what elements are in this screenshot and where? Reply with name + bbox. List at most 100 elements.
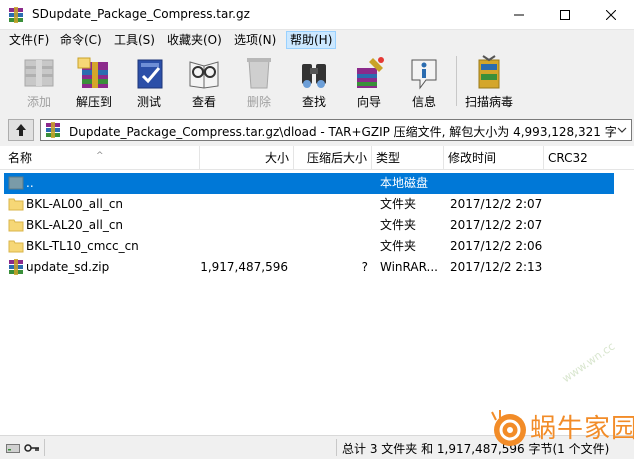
file-list: 名称 ^ 大小 压缩后大小 类型 修改时间 CRC32 .. 本地磁盘 BKL-…	[0, 146, 634, 435]
find-icon	[302, 64, 326, 88]
folder-icon	[8, 219, 24, 232]
row-name: BKL-AL20_all_cn	[26, 218, 124, 232]
menu-bar: 文件(F) 命令(C) 工具(S) 收藏夹(O) 选项(N) 帮助(H)	[0, 30, 634, 50]
up-arrow-icon	[16, 124, 26, 136]
info-button[interactable]: 信息	[397, 52, 451, 112]
row-packed	[294, 173, 368, 194]
row-type: 文件夹	[380, 218, 417, 232]
row-name: update_sd.zip	[26, 260, 110, 274]
wizard-icon	[357, 57, 384, 88]
row-type: 本地磁盘	[380, 176, 429, 190]
menu-tools[interactable]: 工具(S)	[111, 31, 158, 49]
table-row[interactable]: BKL-TL10_cmcc_cn 文件夹 2017/12/2 2:06	[0, 236, 634, 257]
view-button[interactable]: 查看	[177, 52, 231, 112]
row-modified: 2017/12/2 2:13	[450, 260, 543, 274]
title-bar: SDupdate_Package_Compress.tar.gz	[0, 0, 634, 30]
maximize-button[interactable]	[542, 0, 588, 30]
delete-button[interactable]: 删除	[232, 52, 286, 112]
column-header: 名称 ^ 大小 压缩后大小 类型 修改时间 CRC32	[0, 146, 634, 170]
row-name: BKL-AL00_all_cn	[26, 197, 124, 211]
minimize-icon	[514, 14, 524, 16]
info-icon	[411, 59, 437, 90]
wizard-button[interactable]: 向导	[342, 52, 396, 112]
window-title: SDupdate_Package_Compress.tar.gz	[32, 7, 250, 21]
find-button[interactable]: 查找	[287, 52, 341, 112]
row-packed	[294, 215, 368, 236]
drive-icon[interactable]	[6, 442, 20, 454]
row-packed: ?	[361, 260, 368, 274]
snail-logo-icon	[491, 410, 526, 446]
close-button[interactable]	[588, 0, 634, 30]
row-type: WinRAR...	[380, 260, 438, 274]
column-name-label: 名称	[8, 151, 33, 165]
extract-to-button[interactable]: 解压到	[67, 52, 121, 112]
row-size	[200, 173, 288, 194]
column-size[interactable]: 大小	[200, 146, 294, 170]
test-icon	[137, 59, 163, 89]
menu-commands[interactable]: 命令(C)	[57, 31, 105, 49]
column-packed[interactable]: 压缩后大小	[294, 146, 372, 170]
address-bar[interactable]: Dupdate_Package_Compress.tar.gz\dload - …	[40, 119, 632, 141]
menu-file[interactable]: 文件(F)	[6, 31, 52, 49]
column-crc32[interactable]: CRC32	[544, 146, 634, 170]
row-modified	[450, 173, 544, 194]
parent-folder-icon	[8, 176, 24, 190]
row-size: 1,917,487,596	[200, 260, 288, 274]
column-name[interactable]: 名称 ^	[0, 146, 200, 170]
menu-help[interactable]: 帮助(H)	[286, 31, 337, 49]
table-row[interactable]: BKL-AL20_all_cn 文件夹 2017/12/2 2:07	[0, 215, 634, 236]
close-icon	[606, 10, 616, 20]
up-folder-button[interactable]	[8, 119, 34, 141]
address-row: Dupdate_Package_Compress.tar.gz\dload - …	[0, 114, 634, 146]
table-row[interactable]: BKL-AL00_all_cn 文件夹 2017/12/2 2:07	[0, 194, 634, 215]
menu-favorites[interactable]: 收藏夹(O)	[164, 31, 225, 49]
find-label: 查找	[301, 95, 326, 109]
row-size	[200, 215, 288, 236]
toolbar: 添加 解压到 测试 查看 删除 查找 向导 信息 扫描病毒	[0, 50, 634, 114]
add-icon	[24, 59, 54, 87]
maximize-icon	[560, 10, 570, 20]
watermark-logo: 蜗牛家园	[486, 402, 634, 458]
winrar-app-icon[interactable]	[8, 7, 24, 23]
view-icon	[189, 61, 219, 89]
address-path: Dupdate_Package_Compress.tar.gz\dload - …	[69, 125, 617, 139]
info-label: 信息	[411, 95, 436, 109]
minimize-button[interactable]	[496, 0, 542, 30]
chevron-down-icon[interactable]	[615, 123, 629, 137]
add-label: 添加	[26, 95, 51, 109]
add-button[interactable]: 添加	[12, 52, 66, 112]
table-row[interactable]: .. 本地磁盘	[0, 173, 634, 194]
extract-to-label: 解压到	[75, 95, 112, 109]
row-name: ..	[26, 176, 34, 190]
toolbar-separator	[456, 56, 457, 106]
wizard-label: 向导	[356, 95, 381, 109]
view-label: 查看	[191, 95, 216, 109]
watermark-brand: 蜗牛家园	[530, 414, 634, 444]
row-type: 文件夹	[380, 239, 417, 253]
test-button[interactable]: 测试	[122, 52, 176, 112]
status-separator	[44, 439, 45, 456]
folder-icon	[8, 198, 24, 211]
folder-icon	[8, 240, 24, 253]
virus-scan-icon	[478, 55, 500, 89]
row-packed	[294, 194, 368, 215]
table-row[interactable]: update_sd.zip 1,917,487,596 ? WinRAR... …	[0, 257, 634, 278]
zip-archive-icon	[9, 259, 23, 275]
virus-scan-button[interactable]: 扫描病毒	[462, 52, 516, 112]
key-icon[interactable]	[24, 442, 40, 454]
row-size	[200, 236, 288, 257]
delete-icon	[247, 58, 271, 89]
virus-scan-label: 扫描病毒	[464, 95, 513, 109]
row-packed	[294, 236, 368, 257]
test-label: 测试	[136, 95, 161, 109]
archive-icon	[46, 122, 60, 138]
column-modified[interactable]: 修改时间	[444, 146, 544, 170]
row-modified: 2017/12/2 2:07	[450, 218, 543, 232]
column-type[interactable]: 类型	[372, 146, 444, 170]
menu-options[interactable]: 选项(N)	[231, 31, 279, 49]
row-type: 文件夹	[380, 197, 417, 211]
delete-label: 删除	[246, 95, 271, 109]
sort-ascending-icon: ^	[96, 151, 104, 161]
row-modified: 2017/12/2 2:07	[450, 197, 543, 211]
extract-to-icon	[77, 57, 108, 88]
